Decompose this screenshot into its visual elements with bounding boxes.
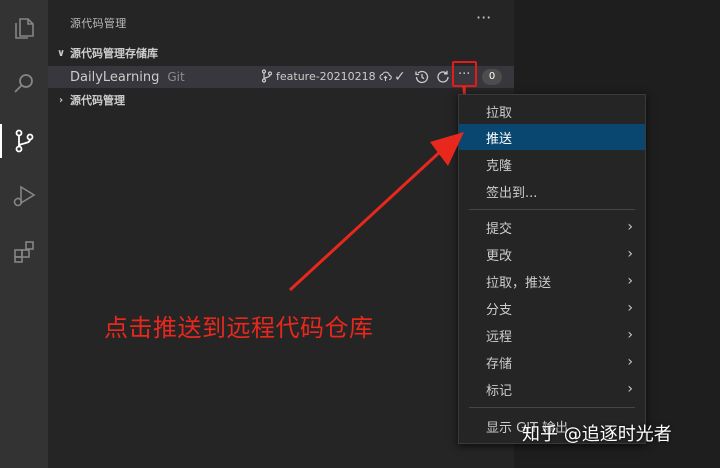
chevron-right-icon: ›: [58, 94, 64, 106]
chevron-right-icon: ›: [627, 354, 633, 370]
menu-item-tags[interactable]: 标记 ›: [459, 376, 645, 402]
menu-item-push[interactable]: 推送: [459, 124, 645, 150]
vscode-window: 源代码管理 ··· ∨ 源代码管理存储库 DailyLearning Git f…: [0, 0, 720, 468]
commit-check-icon[interactable]: ✓: [394, 69, 406, 85]
chevron-right-icon: ›: [627, 327, 633, 343]
menu-separator: [469, 209, 635, 210]
branch-status[interactable]: feature-20210218: [261, 69, 392, 83]
chevron-right-icon: ›: [627, 246, 633, 262]
section-source-control[interactable]: › 源代码管理: [48, 89, 514, 111]
menu-item-branch[interactable]: 分支 ›: [459, 295, 645, 321]
menu-item-stash[interactable]: 存储 ›: [459, 349, 645, 375]
menu-item-pull-push[interactable]: 拉取，推送 ›: [459, 268, 645, 294]
menu-item-changes[interactable]: 更改 ›: [459, 241, 645, 267]
section-repositories[interactable]: ∨ 源代码管理存储库: [48, 42, 514, 64]
section-label: 源代码管理存储库: [70, 47, 158, 60]
active-view-indicator: [0, 124, 2, 158]
chevron-right-icon: ›: [627, 300, 633, 316]
changes-count-badge: 0: [482, 69, 502, 85]
extensions-icon[interactable]: [8, 236, 40, 268]
chevron-down-icon: ∨: [56, 47, 66, 59]
annotation-arrow: [288, 132, 464, 292]
branch-name: feature-20210218: [276, 69, 376, 83]
run-debug-icon[interactable]: [8, 180, 40, 212]
context-menu: 拉取 推送 克隆 签出到... 提交 › 更改 › 拉取，推送 › 分支 › 远…: [458, 94, 646, 444]
repo-name: DailyLearning: [70, 69, 160, 85]
refresh-icon[interactable]: [435, 69, 451, 89]
menu-item-pull[interactable]: 拉取: [459, 98, 645, 124]
menu-item-clone[interactable]: 克隆: [459, 151, 645, 177]
search-icon[interactable]: [8, 68, 40, 100]
activity-bar: [0, 0, 48, 468]
repo-kind: Git: [167, 70, 185, 84]
menu-separator: [469, 407, 635, 408]
menu-item-checkout[interactable]: 签出到...: [459, 178, 645, 204]
chevron-right-icon: ›: [627, 219, 633, 235]
menu-item-commit[interactable]: 提交 ›: [459, 214, 645, 240]
chevron-right-icon: ›: [627, 273, 633, 289]
annotation-highlight-box: [452, 61, 477, 87]
source-control-icon[interactable]: [8, 125, 40, 157]
chevron-right-icon: ›: [627, 381, 633, 397]
explorer-icon[interactable]: [8, 12, 40, 44]
menu-item-remote[interactable]: 远程 ›: [459, 322, 645, 348]
watermark: 知乎 @追逐时光者: [522, 424, 672, 445]
branch-icon: [261, 69, 273, 83]
publish-cloud-icon: [379, 71, 392, 81]
ellipsis-icon[interactable]: ···: [476, 8, 491, 27]
section-label: 源代码管理: [70, 94, 125, 107]
history-icon[interactable]: [414, 69, 430, 89]
annotation-text: 点击推送到远程代码仓库: [104, 314, 374, 342]
sidebar-title: 源代码管理: [70, 17, 127, 30]
repo-row[interactable]: DailyLearning Git feature-20210218 ✓ ···…: [48, 66, 514, 88]
